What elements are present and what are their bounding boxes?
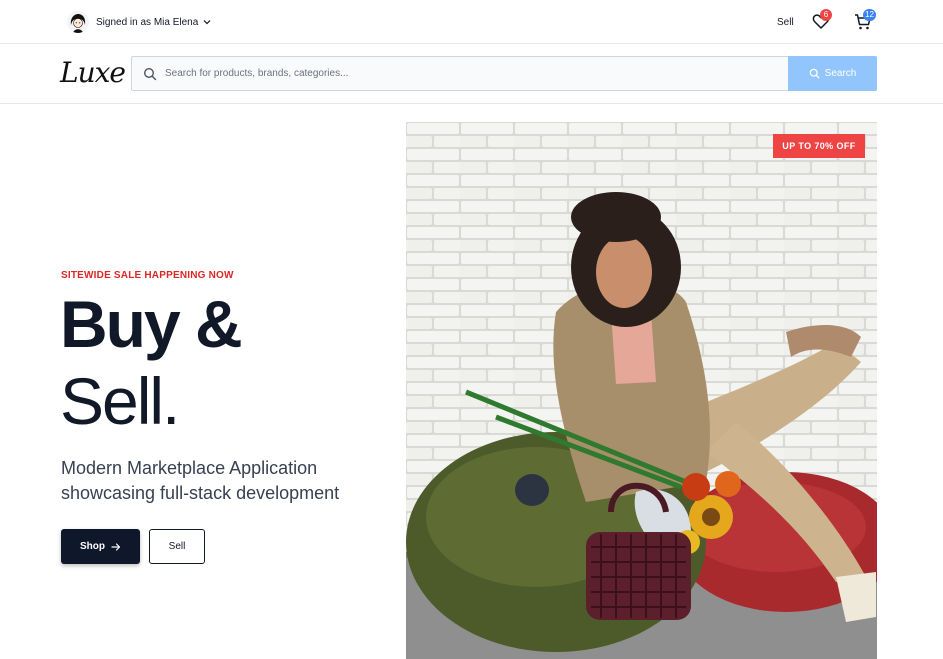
hero-title-line2: Sell. [60,364,180,438]
avatar [67,11,89,33]
signed-in-label: Signed in as Mia Elena [96,16,199,28]
search-input[interactable] [165,57,785,90]
cart-count-badge: 12 [863,9,876,21]
main-header: Luxe Search [0,44,943,104]
sale-kicker: SITEWIDE SALE HAPPENING NOW [61,270,234,281]
search-button[interactable]: Search [788,56,877,91]
sell-link[interactable]: Sell [777,17,794,28]
hero-description: Modern Marketplace Application showcasin… [61,456,381,506]
search-icon [809,68,820,79]
logo[interactable]: Luxe [60,56,126,89]
hero-description-line1: Modern Marketplace Application [61,458,318,478]
hero-image [406,122,877,659]
sell-button[interactable]: Sell [149,529,205,564]
top-bar: Signed in as Mia Elena Sell 6 12 [0,0,943,44]
search-icon [143,67,157,81]
search-button-label: Search [824,68,857,79]
sale-badge: UP TO 70% OFF [773,134,865,158]
shop-button-label: Shop [80,541,105,552]
search-bar: Search [131,56,877,91]
wishlist-count-badge: 6 [820,9,832,21]
shop-button[interactable]: Shop [61,529,140,564]
chevron-down-icon [203,20,211,25]
user-menu[interactable]: Signed in as Mia Elena [67,10,212,34]
arrow-right-icon [111,542,121,551]
wishlist-button[interactable]: 6 [811,9,833,32]
cart-button[interactable]: 12 [853,9,876,32]
hero-description-line2: showcasing full-stack development [61,483,340,503]
hero-title-line1: Buy & [60,287,243,361]
